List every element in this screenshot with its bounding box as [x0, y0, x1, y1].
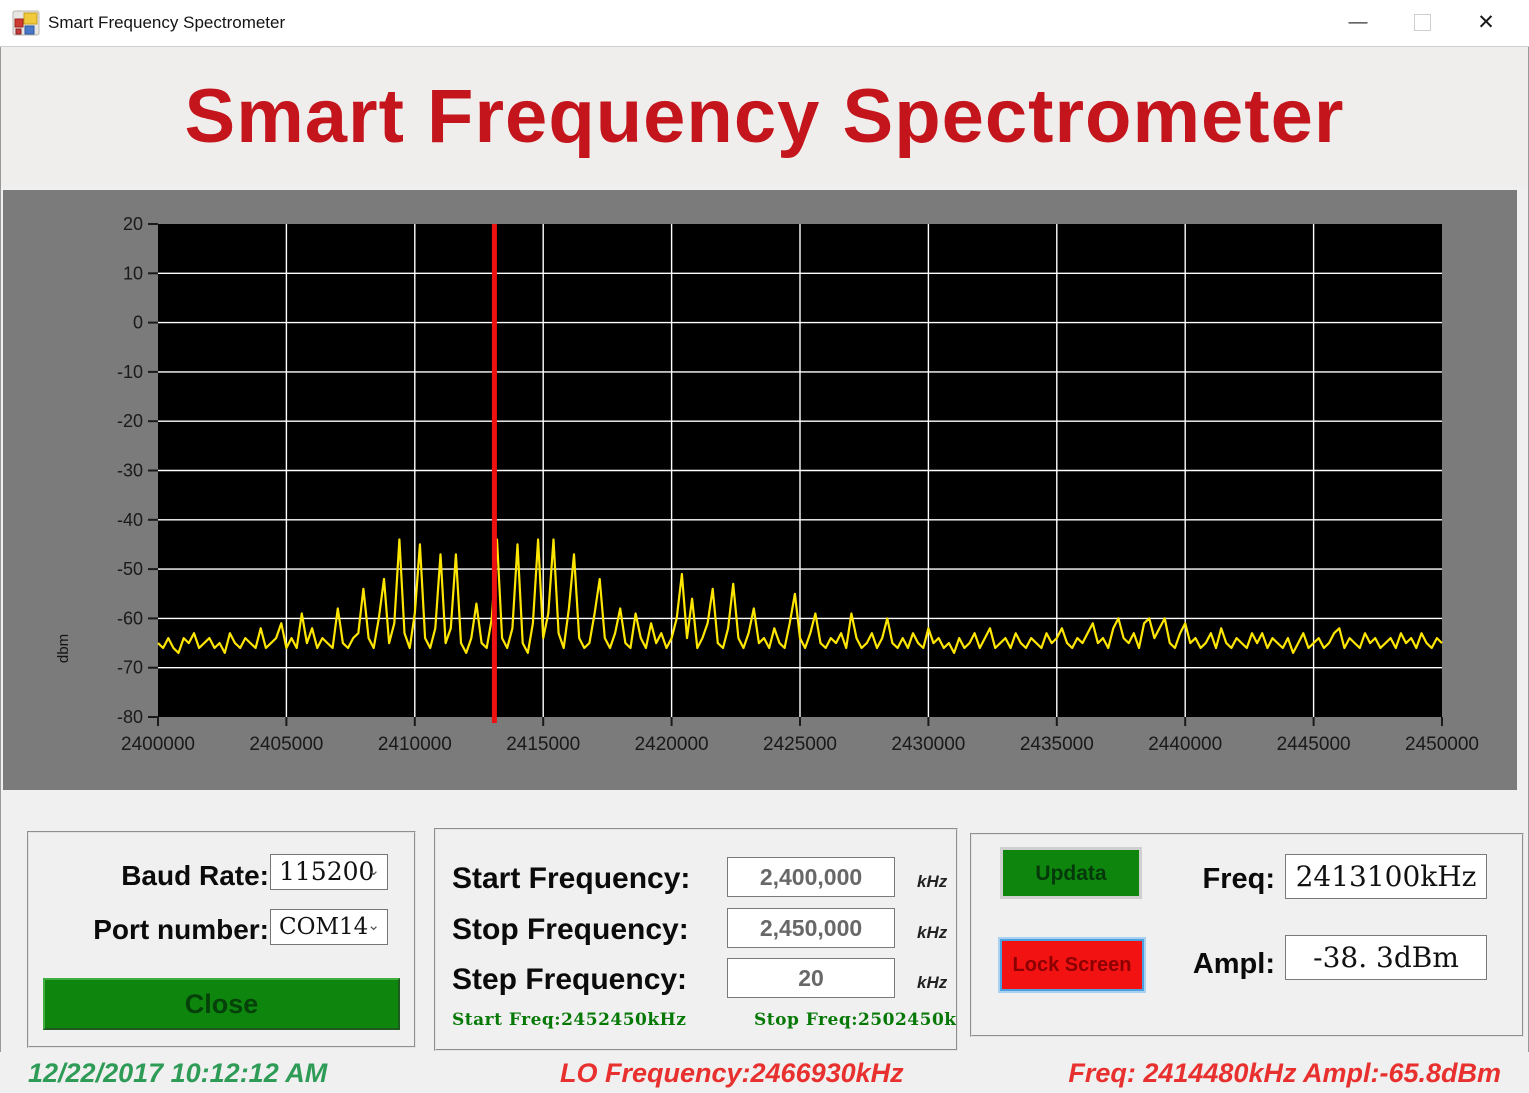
maximize-button[interactable]: [1391, 0, 1453, 46]
y-tick-label: -30: [117, 461, 143, 481]
update-button[interactable]: Updata: [1000, 847, 1142, 899]
app-window: Smart Frequency Spectrometer — ✕ Smart F…: [0, 0, 1529, 1093]
start-frequency-label: Start Frequency:: [452, 862, 690, 896]
spectrum-chart[interactable]: 2400000 2405000 2410000 2415000 2420000 24250…: [3, 190, 1517, 790]
x-tick-label: 2430000: [891, 734, 965, 755]
x-tick-label: 2420000: [635, 734, 709, 755]
app-icon: [12, 9, 40, 37]
y-tick-label: -70: [117, 658, 143, 678]
x-tick-label: 2415000: [506, 734, 580, 755]
page-title: Smart Frequency Spectrometer: [1, 47, 1528, 187]
x-tick-label: 2405000: [249, 734, 323, 755]
minimize-button[interactable]: —: [1327, 0, 1389, 46]
lock-screen-button[interactable]: Lock Screen: [1000, 939, 1144, 991]
chevron-down-icon: ⌄: [367, 916, 380, 934]
marker-freq-field[interactable]: 2413100kHz: [1285, 854, 1487, 899]
y-tick-label: -50: [117, 559, 143, 579]
start-frequency-unit: kHz: [917, 872, 947, 892]
y-tick-label: 0: [133, 313, 143, 333]
baud-rate-select[interactable]: 115200 ⌄: [270, 854, 388, 890]
y-tick-label: -10: [117, 362, 143, 382]
y-tick-label: -60: [117, 608, 143, 628]
y-tick-label: -80: [117, 707, 143, 727]
x-tick-label: 2425000: [763, 734, 837, 755]
status-datetime: 12/22/2017 10:12:12 AM: [28, 1058, 327, 1089]
baud-rate-label: Baud Rate:: [121, 860, 269, 892]
y-tick-label: -20: [117, 411, 143, 431]
header-banner: Smart Frequency Spectrometer: [1, 47, 1528, 187]
y-axis-unit-label: dbm: [55, 634, 72, 663]
connection-groupbox: Baud Rate: 115200 ⌄ Port number: COM14 ⌄…: [27, 831, 416, 1048]
marker-ampl-field[interactable]: -38. 3dBm: [1285, 935, 1487, 980]
start-freq-readout: Start Freq:2452450kHz: [452, 1010, 686, 1030]
step-frequency-label: Step Frequency:: [452, 963, 687, 997]
x-tick-label: 2435000: [1020, 734, 1094, 755]
chevron-down-icon: ⌄: [367, 861, 380, 879]
stop-frequency-label: Stop Frequency:: [452, 913, 689, 947]
x-tick-label: 2445000: [1277, 734, 1351, 755]
port-number-label: Port number:: [93, 914, 269, 946]
x-tick-label: 2400000: [121, 734, 195, 755]
y-tick-label: 10: [123, 263, 143, 283]
stop-frequency-unit: kHz: [917, 923, 947, 943]
ampl-label: Ampl:: [1155, 948, 1275, 981]
close-window-button[interactable]: ✕: [1455, 0, 1517, 46]
step-frequency-input[interactable]: 20: [727, 958, 895, 998]
x-tick-label: 2410000: [378, 734, 452, 755]
freq-label: Freq:: [1155, 863, 1275, 896]
status-bar: 12/22/2017 10:12:12 AM LO Frequency:2466…: [0, 1052, 1529, 1093]
x-tick-label: 2450000: [1405, 734, 1479, 755]
spectrum-chart-panel: 2400000 2405000 2410000 2415000 2420000 24250…: [3, 190, 1517, 790]
x-tick-label: 2440000: [1148, 734, 1222, 755]
frequency-groupbox: Start Frequency: 2,400,000 kHz Stop Freq…: [434, 828, 958, 1051]
close-serial-button[interactable]: Close: [43, 978, 400, 1030]
start-frequency-input[interactable]: 2,400,000: [727, 857, 895, 897]
maximize-icon: [1414, 14, 1431, 31]
port-number-value: COM14: [279, 914, 368, 940]
status-lo-frequency: LO Frequency:2466930kHz: [560, 1058, 904, 1089]
stop-frequency-input[interactable]: 2,450,000: [727, 908, 895, 948]
titlebar: Smart Frequency Spectrometer — ✕: [0, 0, 1529, 47]
marker-groupbox: Updata Freq: 2413100kHz Lock Screen Ampl…: [970, 833, 1524, 1037]
stop-freq-readout: Stop Freq:2502450kHz: [754, 1010, 958, 1030]
port-number-select[interactable]: COM14 ⌄: [270, 909, 388, 945]
window-title: Smart Frequency Spectrometer: [48, 0, 285, 46]
y-tick-label: 20: [123, 214, 143, 234]
status-marker-readout: Freq: 2414480kHz Ampl:-65.8dBm: [1068, 1058, 1501, 1089]
baud-rate-value: 115200: [279, 857, 374, 886]
y-tick-label: -40: [117, 510, 143, 530]
step-frequency-unit: kHz: [917, 973, 947, 993]
